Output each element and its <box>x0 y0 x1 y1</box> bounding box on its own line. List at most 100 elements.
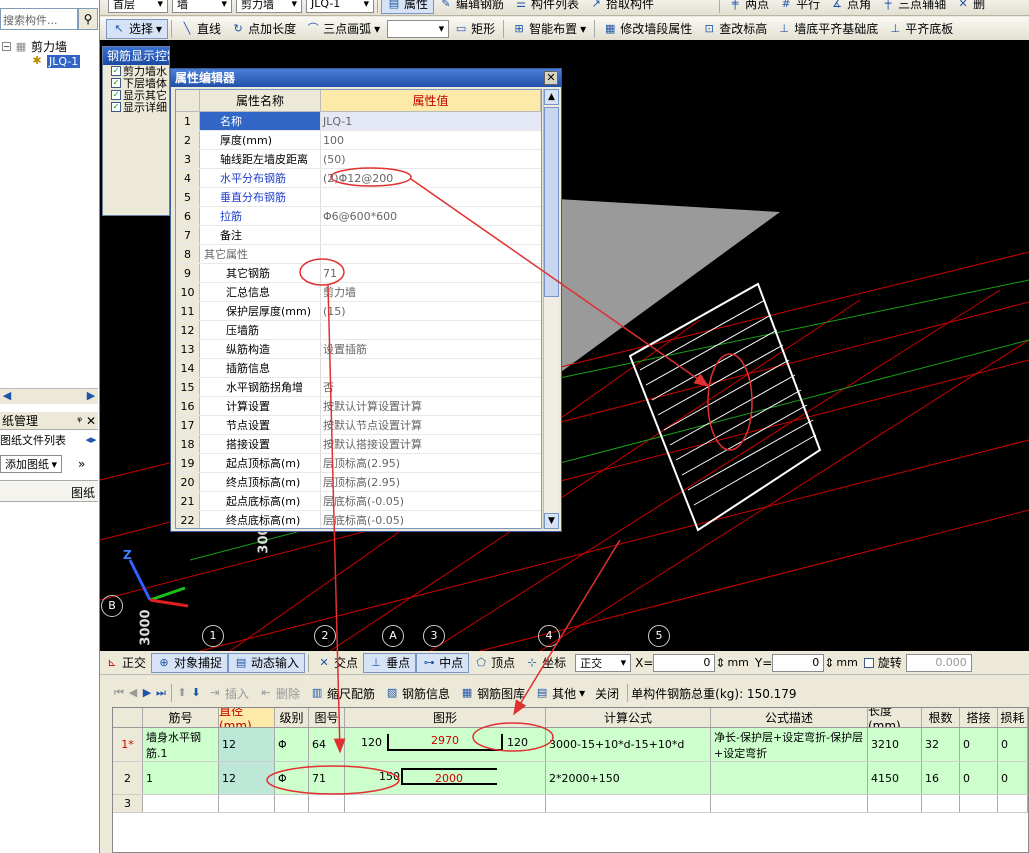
cell-desc[interactable] <box>711 795 868 812</box>
property-row[interactable]: 2 厚度(mm) 100 <box>176 131 541 150</box>
cell-grade[interactable]: Φ <box>275 728 309 761</box>
element-dropdown[interactable]: JLQ-1 ▾ <box>306 0 374 13</box>
move-up-icon[interactable]: ⬆ <box>175 686 189 700</box>
mid-button[interactable]: ⊶ 中点 <box>416 652 470 673</box>
rebar-row[interactable]: 1* 墙身水平钢筋.1 12 Φ 64 120 2970 120 3000-15+10*d-15… <box>113 728 1028 762</box>
cell-dia[interactable]: 12 <box>219 762 275 794</box>
check-elevation-button[interactable]: ⊡ 查改标高 <box>697 19 772 39</box>
cell-formula[interactable] <box>546 795 711 812</box>
property-value[interactable]: 层顶标高(2.95) <box>321 473 541 491</box>
rebar-info-button[interactable]: ▧ 钢筋信息 <box>380 683 455 703</box>
property-row[interactable]: 4 水平分布钢筋 (2)Φ12@200 <box>176 169 541 188</box>
cell-lap[interactable]: 0 <box>960 728 998 761</box>
cell-len[interactable]: 3210 <box>868 728 922 761</box>
first-icon[interactable]: ⏮ <box>112 686 126 700</box>
move-down-icon[interactable]: ⬇ <box>189 686 203 700</box>
property-row[interactable]: 6 拉筋 Φ6@600*600 <box>176 207 541 226</box>
object-snap-button[interactable]: ⊕ 对象捕捉 <box>151 652 229 673</box>
cell-name[interactable] <box>143 795 219 812</box>
cell-formula[interactable]: 3000-15+10*d-15+10*d <box>546 728 711 761</box>
cell-shape[interactable]: 120 2970 120 <box>345 728 546 761</box>
rebar-row[interactable]: 3 <box>113 795 1028 813</box>
vertex-button[interactable]: ⬠ 顶点 <box>469 653 520 673</box>
delete-aux-button[interactable]: ✕ 删 <box>951 0 990 14</box>
line-button[interactable]: ╲ 直线 <box>175 19 226 39</box>
tree-child[interactable]: ✱ JLQ-1 <box>30 54 81 68</box>
cell-grade[interactable]: Φ <box>275 762 309 794</box>
other-button[interactable]: ▤ 其他 ▾ <box>530 683 590 703</box>
component-list-button[interactable]: ☰ 构件列表 <box>509 0 584 14</box>
cell-count[interactable]: 32 <box>922 728 960 761</box>
cell-dia[interactable] <box>219 795 275 812</box>
property-value[interactable]: 100 <box>321 131 541 149</box>
property-row[interactable]: 8 其它属性 <box>176 245 541 264</box>
property-row[interactable]: 14 插筋信息 <box>176 359 541 378</box>
three-point-aux-button[interactable]: ┼ 三点辅轴 <box>876 0 951 14</box>
cell-fig[interactable]: 64 <box>309 728 345 761</box>
cell-fig[interactable]: 71 <box>309 762 345 794</box>
cell-fig[interactable] <box>309 795 345 812</box>
x-input[interactable]: 0 <box>653 653 716 672</box>
intersect-button[interactable]: ✕ 交点 <box>312 653 363 673</box>
cell-name[interactable]: 墙身水平钢筋.1 <box>143 728 219 761</box>
property-row[interactable]: 12 压墙筋 <box>176 321 541 340</box>
property-value[interactable]: 层底标高(-0.05) <box>321 511 541 528</box>
cell-desc[interactable] <box>711 762 868 794</box>
category-dropdown[interactable]: 墙 ▾ <box>172 0 232 13</box>
arc-mode-dropdown[interactable]: ▾ <box>387 19 450 38</box>
drawing-file-tab[interactable]: 图纸文件列表 ◂▸ <box>0 431 98 449</box>
scale-rebar-button[interactable]: ▥ 缩尺配筋 <box>305 683 380 703</box>
cell-lap[interactable] <box>960 795 998 812</box>
prev-icon[interactable]: ◀ <box>126 686 140 700</box>
two-point-button[interactable]: ╪ 两点 <box>723 0 774 14</box>
property-row[interactable]: 1 名称 JLQ-1 <box>176 112 541 131</box>
property-row[interactable]: 18 搭接设置 按默认搭接设置计算 <box>176 435 541 454</box>
cell-desc[interactable]: 净长-保护层+设定弯折-保护层+设定弯折 <box>711 728 868 761</box>
cell-loss[interactable]: 0 <box>998 762 1028 794</box>
scroll-thumb[interactable] <box>544 107 559 297</box>
snap-mode-dropdown[interactable]: 正交 ▾ <box>575 653 632 672</box>
delete-button[interactable]: ⇤ 删除 <box>254 683 305 703</box>
smart-layout-button[interactable]: ⊞ 智能布置 ▾ <box>507 19 591 39</box>
property-value[interactable]: Φ6@600*600 <box>321 207 541 225</box>
property-value[interactable]: 71 <box>321 264 541 282</box>
ortho-button[interactable]: ⊾ 正交 <box>100 653 151 673</box>
property-row[interactable]: 11 保护层厚度(mm) (15) <box>176 302 541 321</box>
perp-button[interactable]: ⊥ 垂点 <box>363 652 417 673</box>
y-input[interactable]: 0 <box>772 653 825 672</box>
property-value[interactable] <box>321 188 541 206</box>
property-value[interactable] <box>321 226 541 244</box>
insert-button[interactable]: ⇥ 插入 <box>203 683 254 703</box>
property-row[interactable]: 19 起点顶标高(m) 层顶标高(2.95) <box>176 454 541 473</box>
y-spin-icon[interactable]: ⇕ <box>824 656 834 670</box>
edit-rebar-button[interactable]: ✎ 编辑钢筋 <box>434 0 509 14</box>
cell-dia[interactable]: 12 <box>219 728 275 761</box>
cell-formula[interactable]: 2*2000+150 <box>546 762 711 794</box>
cell-loss[interactable] <box>998 795 1028 812</box>
floor-dropdown[interactable]: 首层 ▾ <box>108 0 168 13</box>
property-value[interactable]: (15) <box>321 302 541 320</box>
property-row[interactable]: 7 备注 <box>176 226 541 245</box>
add-drawing-button[interactable]: 添加图纸 ▾ <box>0 455 62 473</box>
cb-shear-wall[interactable]: ✓ 剪力墙水 <box>103 65 169 77</box>
property-row[interactable]: 20 终点顶标高(m) 层顶标高(2.95) <box>176 473 541 492</box>
attribute-button[interactable]: ▤ 属性 <box>381 0 435 14</box>
property-row[interactable]: 16 计算设置 按默认计算设置计算 <box>176 397 541 416</box>
property-row[interactable]: 5 垂直分布钢筋 <box>176 188 541 207</box>
search-input[interactable]: 搜索构件... <box>0 8 78 30</box>
rebar-row[interactable]: 2 1 12 Φ 71 150 2000 2*2000+150 4150 16 0 0 <box>113 762 1028 795</box>
cb-lower-wall[interactable]: ✓ 下层墙体 <box>103 77 169 89</box>
next-icon[interactable]: ▶ <box>140 686 154 700</box>
cell-shape[interactable]: 150 2000 <box>345 762 546 794</box>
property-row[interactable]: 13 纵筋构造 设置插筋 <box>176 340 541 359</box>
align-bottom-button[interactable]: ⊥ 平齐底板 <box>883 19 958 39</box>
type-dropdown[interactable]: 剪力墙 ▾ <box>236 0 302 13</box>
search-icon[interactable]: ⚲ <box>78 8 98 30</box>
tree-root[interactable]: − ▦ 剪力墙 <box>2 38 67 55</box>
cell-loss[interactable]: 0 <box>998 728 1028 761</box>
cb-show-detail[interactable]: ✓ 显示详细 <box>103 101 169 113</box>
h-scrollbar[interactable]: ◀ ▶ <box>0 388 98 404</box>
property-row[interactable]: 9 其它钢筋 71 <box>176 264 541 283</box>
property-row[interactable]: 15 水平钢筋拐角增否 <box>176 378 541 397</box>
pick-component-button[interactable]: ↗ 拾取构件 <box>584 0 659 14</box>
